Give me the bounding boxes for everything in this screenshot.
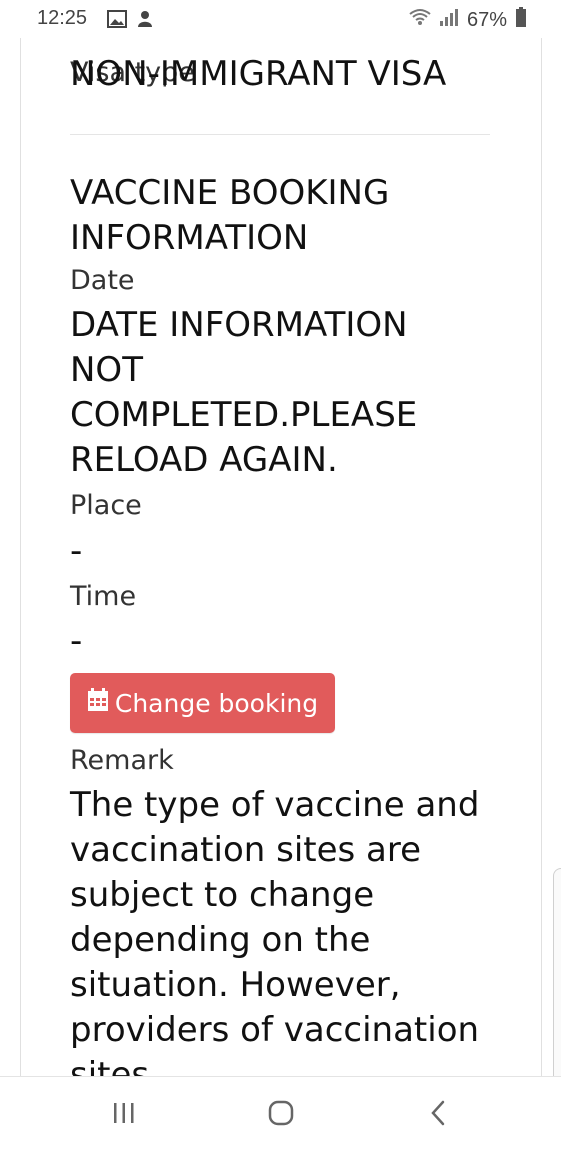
recent-apps-icon — [111, 1102, 137, 1128]
signal-icon — [439, 8, 459, 32]
time-label: Time — [70, 581, 137, 612]
place-label: Place — [70, 490, 142, 521]
wifi-icon — [409, 8, 431, 32]
battery-icon — [515, 7, 527, 33]
remark-text: The type of vaccine and vaccination site… — [70, 785, 480, 1076]
gallery-icon — [107, 10, 127, 34]
status-bar: 12:25 67% — [0, 0, 561, 38]
divider — [70, 134, 490, 135]
web-page[interactable]: Visa type NON-IMMIGRANT VISA VACCINE BOO… — [0, 38, 561, 1076]
home-button[interactable] — [261, 1095, 301, 1135]
date-label: Date — [70, 265, 135, 296]
recent-apps-button[interactable] — [104, 1095, 144, 1135]
calendar-icon — [87, 688, 109, 718]
vaccine-booking-title: VACCINE BOOKING INFORMATION — [70, 173, 390, 258]
back-button[interactable] — [418, 1095, 458, 1135]
remark-label: Remark — [70, 745, 174, 776]
visa-type-value: NON-IMMIGRANT VISA — [70, 54, 447, 94]
place-value: - — [70, 531, 83, 571]
date-value: DATE INFORMATION NOT COMPLETED.PLEASE RE… — [70, 305, 418, 480]
notification-icon — [135, 9, 155, 35]
home-icon — [267, 1099, 295, 1131]
battery-percent: 67% — [466, 8, 507, 31]
status-time: 12:25 — [37, 7, 88, 29]
change-booking-label: Change booking — [114, 688, 319, 718]
navigation-bar — [0, 1076, 561, 1153]
change-booking-button[interactable]: Change booking — [70, 673, 335, 733]
back-icon — [429, 1100, 447, 1130]
time-value: - — [70, 621, 83, 661]
edge-panel-handle[interactable] — [553, 868, 561, 1076]
